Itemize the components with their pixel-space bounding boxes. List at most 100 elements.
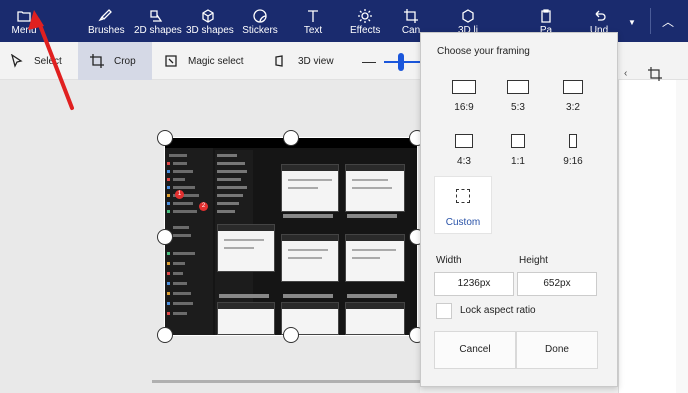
image-text-line — [173, 226, 189, 229]
brushes-label: Brushes — [88, 25, 125, 36]
ratio-16-9-option[interactable]: 16:9 — [436, 78, 492, 130]
crop-handle-bottom[interactable] — [283, 327, 299, 343]
shapes-2d-icon — [134, 0, 178, 22]
menu-button[interactable]: Menu — [8, 0, 40, 42]
ratio-5-3-option[interactable]: 5:3 — [490, 78, 546, 130]
chevron-left-icon[interactable]: ‹ — [624, 68, 627, 79]
cancel-button[interactable]: Cancel — [434, 331, 516, 369]
height-field[interactable]: 652px — [517, 272, 597, 296]
image-callout-badge: 1 — [175, 190, 184, 199]
shapes-3d-label: 3D shapes — [186, 25, 234, 36]
stickers-label: Stickers — [242, 25, 278, 36]
crop-handle-bottom-left[interactable] — [157, 327, 173, 343]
width-field[interactable]: 1236px — [434, 272, 514, 296]
image-thumbnail — [345, 164, 405, 212]
crop-icon — [90, 54, 104, 68]
image-thumbnail — [281, 234, 339, 282]
effects-tool[interactable]: Effects — [350, 0, 380, 42]
image-thumbnail — [217, 302, 275, 335]
custom-ratio-option[interactable]: Custom — [434, 176, 492, 234]
shapes-2d-tool[interactable]: 2D shapes — [134, 0, 182, 42]
panel-edge — [676, 80, 688, 393]
image-icon-dot — [167, 162, 170, 165]
zoom-slider-thumb[interactable] — [398, 53, 404, 71]
crop-handle-top-left[interactable] — [157, 130, 173, 146]
sun-icon — [350, 0, 380, 23]
crop-icon — [648, 67, 662, 81]
text-icon — [300, 0, 326, 22]
image-text-line — [217, 194, 243, 197]
image-text-line — [217, 210, 235, 213]
ratio-shape — [563, 80, 583, 94]
zoom-out-icon[interactable]: — — [362, 53, 376, 69]
stickers-tool[interactable]: Stickers — [242, 0, 278, 42]
image-icon-dot — [167, 202, 170, 205]
ratio-label: 16:9 — [454, 102, 474, 113]
ratio-label: 5:3 — [511, 102, 525, 113]
image-icon-dot — [167, 178, 170, 181]
image-icon-dot — [167, 312, 170, 315]
image-text-line — [217, 202, 239, 205]
ratio-label: 9:16 — [563, 156, 583, 167]
brushes-tool[interactable]: Brushes — [88, 0, 125, 42]
cube-icon — [186, 0, 230, 23]
collapse-ribbon-icon[interactable]: ︿ — [658, 13, 678, 29]
image-thumbnail — [345, 234, 405, 282]
canvas-icon — [400, 0, 422, 23]
view-3d-icon — [275, 55, 283, 67]
image-caption — [347, 294, 397, 298]
paste-icon — [534, 0, 558, 23]
image-icon-dot — [167, 210, 170, 213]
image-icon-dot — [167, 170, 170, 173]
image-caption — [283, 214, 333, 218]
image-text-line — [169, 154, 187, 157]
image-text-line — [173, 162, 187, 165]
height-label: Height — [519, 255, 548, 266]
image-text-line — [217, 178, 241, 181]
paint3d-window: Menu Brushes 2D shapes 3D shapes Sticker… — [0, 0, 688, 393]
image-caption — [347, 214, 397, 218]
crop-handle-top[interactable] — [283, 130, 299, 146]
magic-select-icon — [165, 55, 177, 67]
panel-title: Choose your framing — [437, 46, 530, 57]
image-callout-badge: 2 — [199, 202, 208, 211]
lock-aspect-ratio-checkbox[interactable] — [436, 303, 452, 319]
crop-label: Crop — [114, 55, 136, 67]
folder-icon — [8, 0, 40, 22]
cursor-icon — [11, 54, 23, 68]
view-3d-button[interactable]: 3D view — [274, 42, 340, 80]
ratio-shape — [455, 134, 473, 148]
image-text-line — [173, 292, 191, 295]
done-button[interactable]: Done — [516, 331, 598, 369]
image-thumbnail — [281, 164, 339, 212]
image-icon-dot — [167, 194, 170, 197]
effects-label: Effects — [350, 25, 381, 36]
text-label: Text — [303, 25, 323, 36]
image-text-line — [217, 186, 247, 189]
shapes-3d-tool[interactable]: 3D shapes — [186, 0, 234, 42]
magic-select-button[interactable]: Magic select — [164, 42, 244, 80]
ratio-3-2-option[interactable]: 3:2 — [545, 78, 601, 130]
sticker-icon — [242, 0, 278, 23]
ratio-9-16-option[interactable]: 9:16 — [545, 132, 601, 184]
ratio-1-1-option[interactable]: 1:1 — [490, 132, 546, 184]
image-text-line — [173, 178, 185, 181]
image-text-line — [173, 282, 187, 285]
image-text-line — [217, 154, 237, 157]
chevron-down-icon[interactable]: ▼ — [628, 18, 642, 28]
screenshot-image[interactable]: 1 2 — [165, 138, 417, 335]
canvas-tool[interactable]: Can — [400, 0, 422, 42]
crop-handle-left[interactable] — [157, 229, 173, 245]
image-sidebar — [165, 148, 213, 335]
ratio-label: 4:3 — [457, 156, 471, 167]
text-tool[interactable]: Text — [300, 0, 326, 42]
image-text-line — [173, 186, 195, 189]
image-text-line — [173, 170, 193, 173]
ratio-shape — [511, 134, 525, 148]
crop-button[interactable]: Crop — [78, 42, 152, 80]
view-3d-label: 3D view — [298, 55, 334, 67]
image-caption — [283, 294, 333, 298]
select-button[interactable]: Select — [10, 42, 70, 80]
horizontal-scrollbar[interactable] — [152, 380, 420, 383]
image-icon-dot — [167, 282, 170, 285]
